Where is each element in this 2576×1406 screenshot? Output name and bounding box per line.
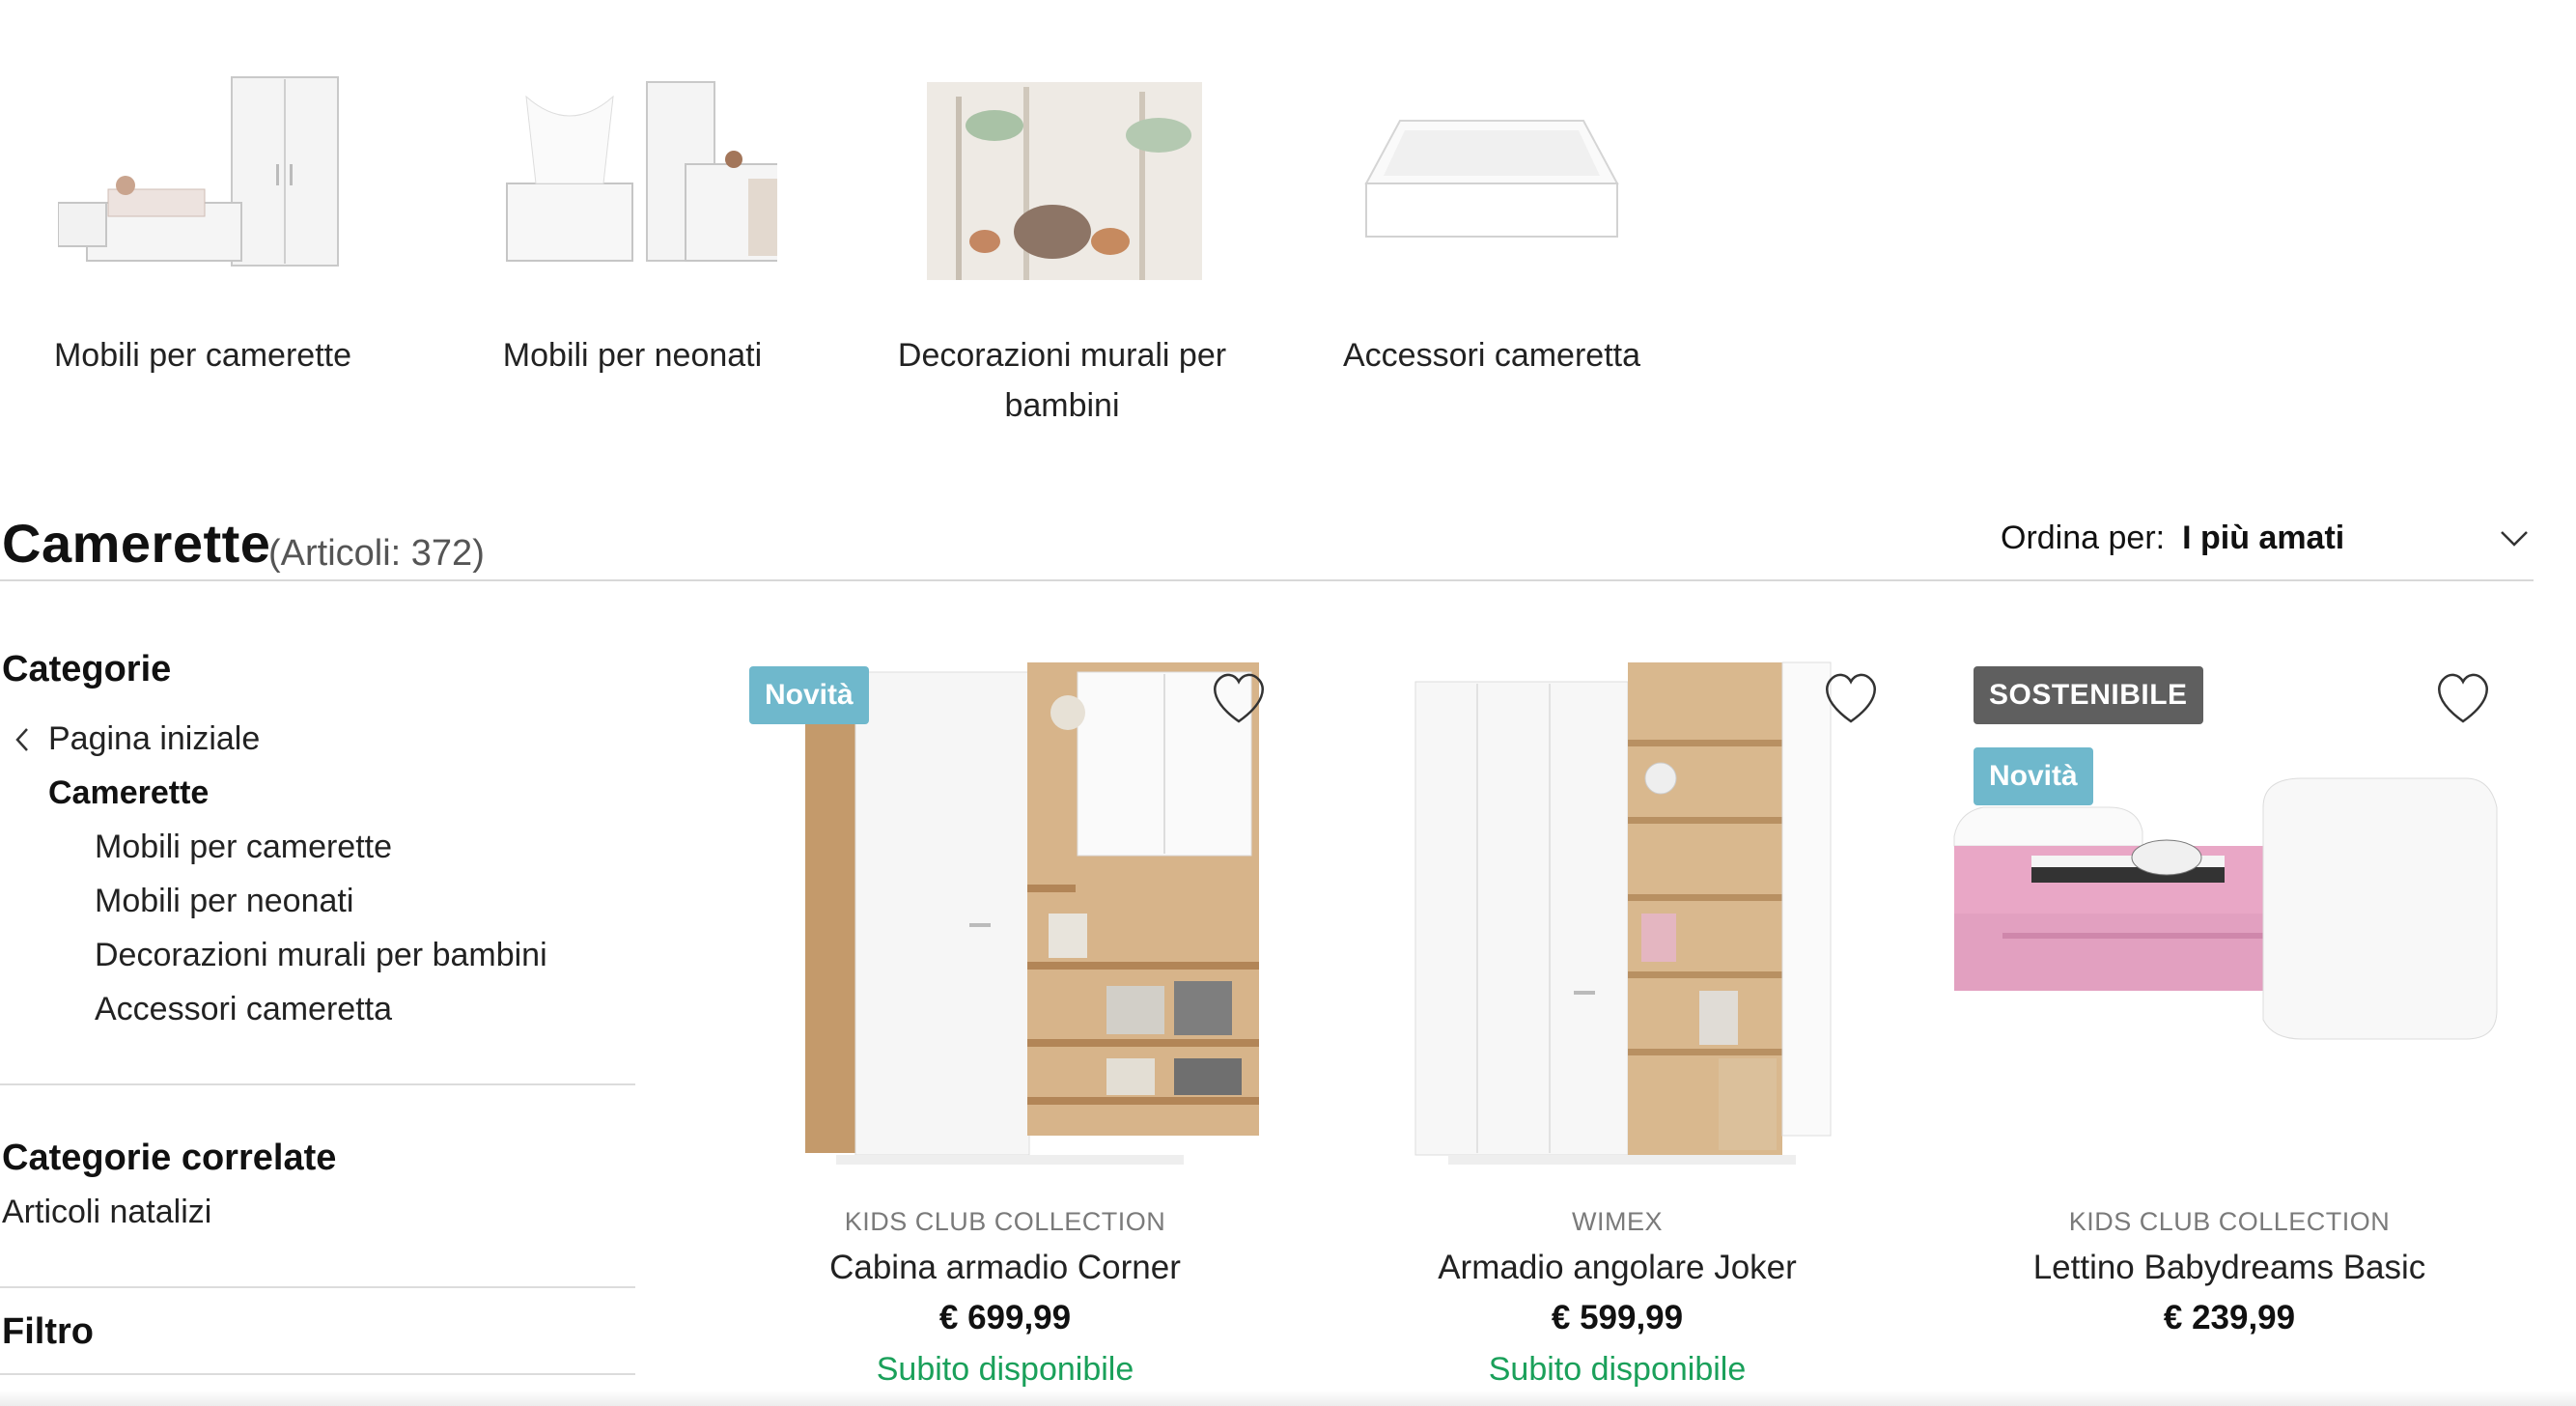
product-card[interactable]: WIMEX Armadio angolare Joker € 599,99 Su… bbox=[1332, 633, 1902, 1389]
chevron-down-icon[interactable] bbox=[2499, 529, 2530, 548]
sidebar-item-mobili-neonati[interactable]: Mobili per neonati bbox=[95, 883, 353, 920]
sidebar-divider bbox=[0, 1083, 635, 1085]
page-bottom-shadow bbox=[0, 1391, 2576, 1406]
top-category-label: Decorazioni murali per bambini bbox=[897, 337, 1227, 424]
sidebar-related-link[interactable]: Articoli natalizi bbox=[2, 1194, 211, 1231]
sidebar-divider bbox=[0, 1286, 635, 1288]
top-category-mobili-neonati[interactable]: Mobili per neonati bbox=[430, 58, 835, 380]
badge-new: Novità bbox=[749, 666, 869, 724]
heart-icon[interactable] bbox=[1821, 670, 1881, 726]
product-price: € 239,99 bbox=[2163, 1299, 2296, 1336]
sort-dropdown[interactable]: Ordina per: I più amati bbox=[2001, 520, 2344, 557]
product-name[interactable]: Cabina armadio Corner bbox=[720, 1249, 1290, 1287]
top-category-accessori-cameretta[interactable]: Accessori cameretta bbox=[1289, 58, 1694, 380]
sidebar-filter-heading[interactable]: Filtro bbox=[2, 1311, 94, 1353]
category-image-baby-furniture bbox=[488, 58, 783, 280]
heart-icon[interactable] bbox=[2433, 670, 2493, 726]
top-category-label: Mobili per camerette bbox=[53, 337, 351, 374]
product-card[interactable]: Novità KIDS CLUB COLLECTION Cabina armad… bbox=[720, 633, 1290, 1389]
sort-value: I più amati bbox=[2182, 520, 2345, 556]
product-image[interactable] bbox=[1332, 633, 1902, 1190]
product-image[interactable]: Novità bbox=[720, 633, 1290, 1190]
sidebar-divider bbox=[0, 1373, 635, 1375]
badge-sustainable: SOSTENIBILE bbox=[1974, 666, 2203, 724]
top-category-mobili-camerette[interactable]: Mobili per camerette bbox=[0, 58, 406, 380]
badge-new: Novità bbox=[1974, 747, 2093, 805]
product-brand: KIDS CLUB COLLECTION bbox=[844, 1207, 1166, 1236]
top-category-decorazioni-murali[interactable]: Decorazioni murali per bambini bbox=[859, 58, 1265, 431]
heart-icon[interactable] bbox=[1209, 670, 1269, 726]
product-image[interactable]: SOSTENIBILE Novità bbox=[1945, 633, 2514, 1190]
top-category-label: Mobili per neonati bbox=[502, 337, 763, 374]
sidebar-current-category[interactable]: Camerette bbox=[48, 774, 209, 812]
product-name[interactable]: Armadio angolare Joker bbox=[1332, 1249, 1902, 1287]
product-price: € 599,99 bbox=[1551, 1299, 1684, 1336]
sidebar-item-mobili-camerette[interactable]: Mobili per camerette bbox=[95, 829, 392, 866]
product-price: € 699,99 bbox=[938, 1299, 1072, 1336]
product-brand: KIDS CLUB COLLECTION bbox=[2068, 1207, 2391, 1236]
category-image-wall-decor bbox=[917, 58, 1207, 280]
product-name[interactable]: Lettino Babydreams Basic bbox=[1945, 1249, 2514, 1287]
page-title: Camerette bbox=[2, 513, 271, 574]
product-availability: Subito disponibile bbox=[1488, 1351, 1747, 1388]
top-category-label: Accessori cameretta bbox=[1343, 337, 1640, 374]
category-image-drawer bbox=[1347, 58, 1637, 280]
sort-label: Ordina per: bbox=[2001, 520, 2166, 556]
sidebar-item-accessori-cameretta[interactable]: Accessori cameretta bbox=[95, 991, 392, 1028]
chevron-left-icon bbox=[15, 728, 28, 751]
product-brand: WIMEX bbox=[1572, 1207, 1663, 1236]
sidebar-item-decorazioni-murali[interactable]: Decorazioni murali per bambini bbox=[95, 937, 547, 974]
article-count: (Articoli: 372) bbox=[268, 533, 485, 574]
product-availability: Subito disponibile bbox=[876, 1351, 1134, 1388]
header-divider bbox=[0, 579, 2534, 581]
product-card[interactable]: SOSTENIBILE Novità KIDS CLUB COLLECTION … bbox=[1945, 633, 2514, 1337]
sidebar-categories-heading: Categorie bbox=[2, 649, 172, 689]
sidebar-back-link[interactable]: Pagina iniziale bbox=[48, 720, 260, 758]
category-image-room-furniture bbox=[57, 58, 348, 280]
sidebar-related-heading: Categorie correlate bbox=[2, 1138, 337, 1178]
